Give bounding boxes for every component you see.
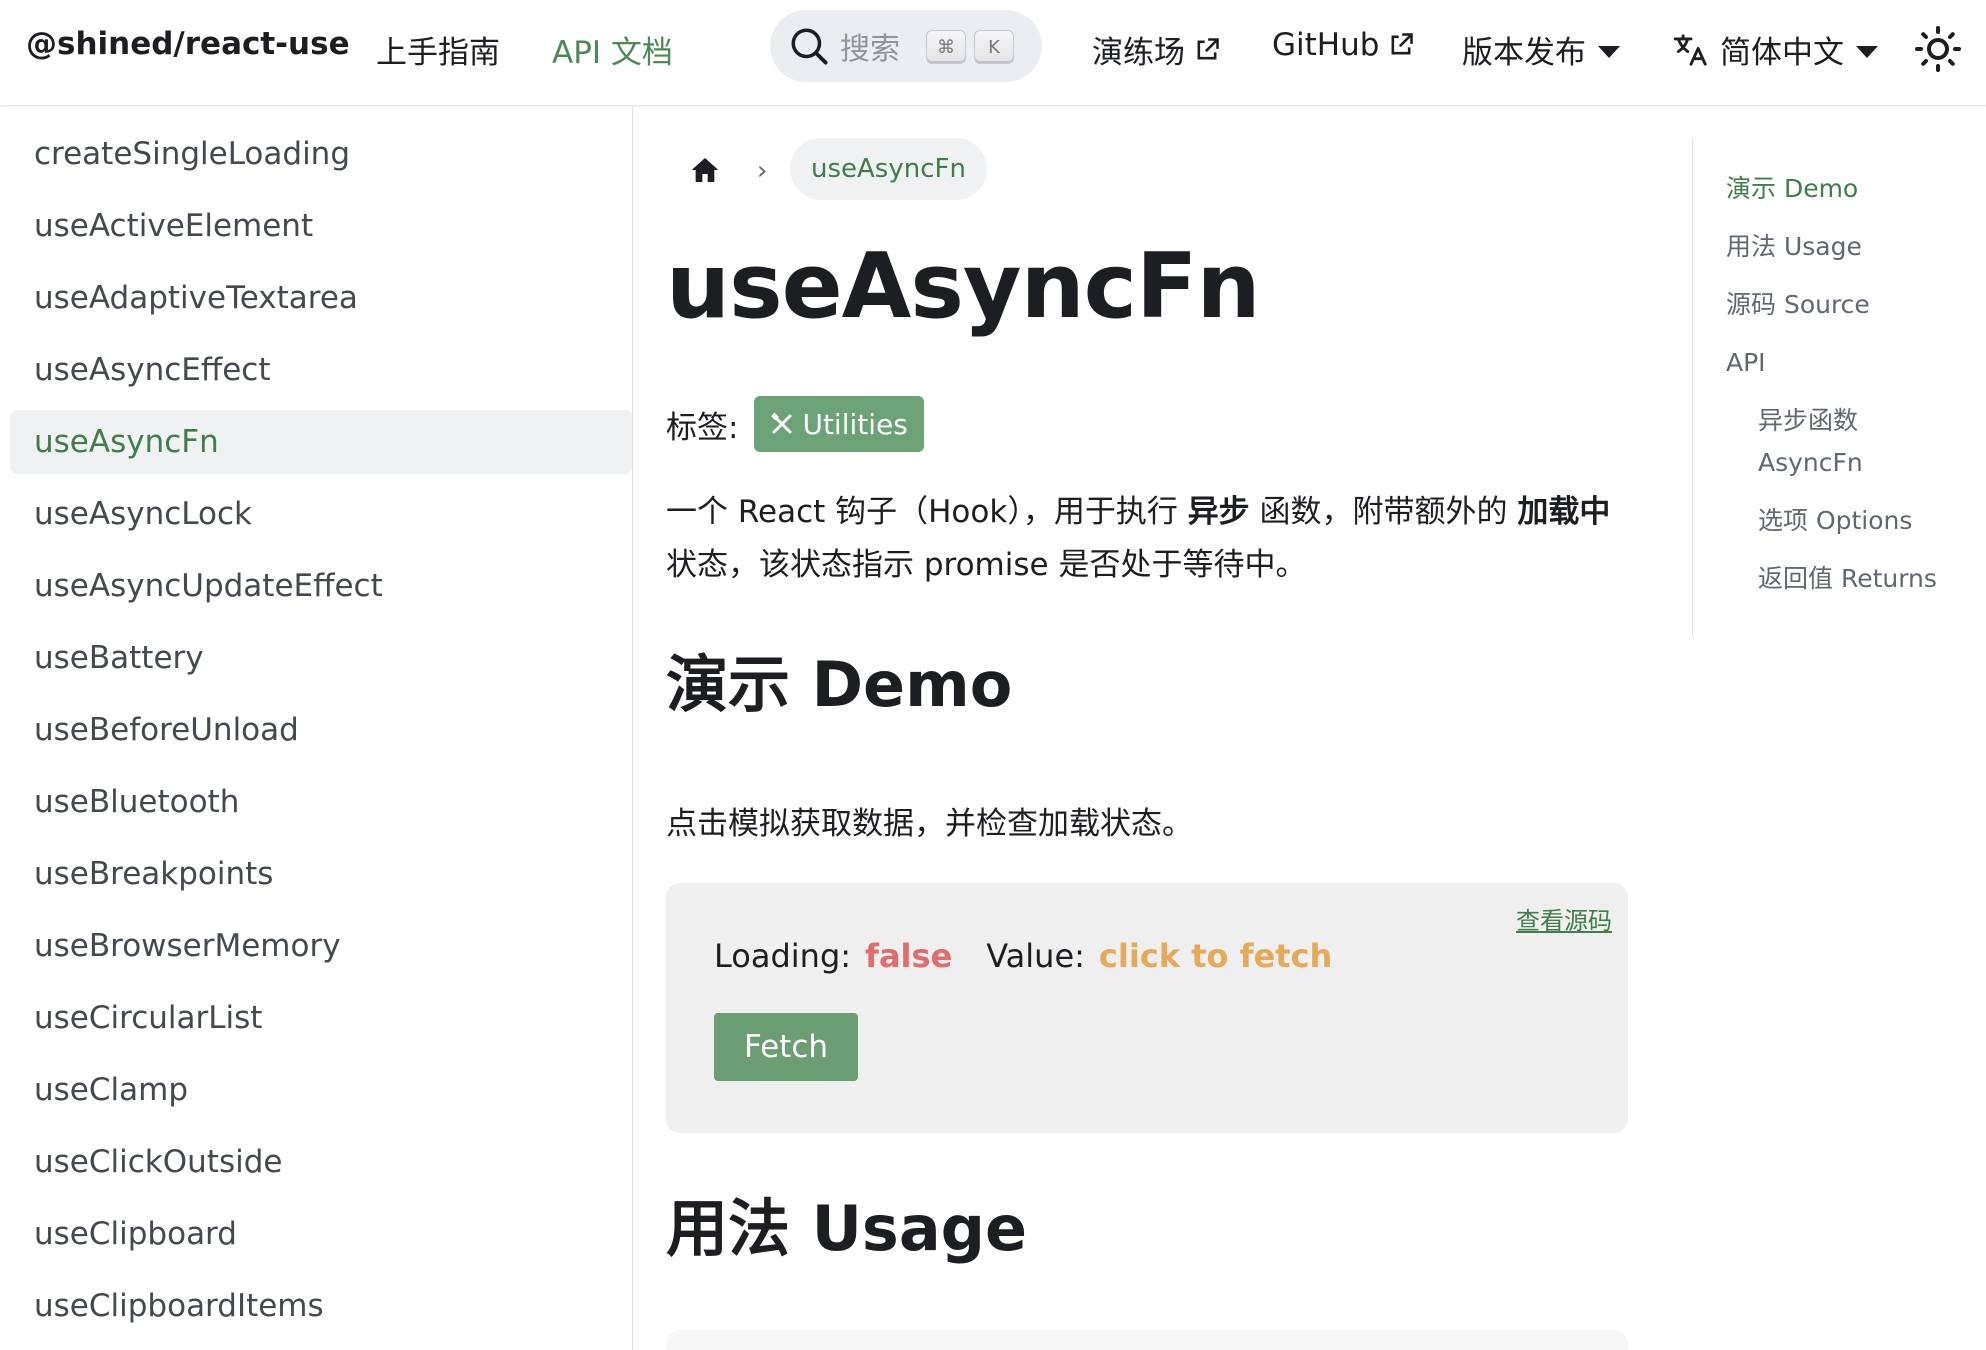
- tags-row: 标签: Utilities: [666, 396, 924, 452]
- breadcrumb-chevron-icon: ›: [757, 156, 768, 186]
- sidebar-item-useActiveElement[interactable]: useActiveElement: [10, 194, 632, 258]
- search-button[interactable]: 搜索 ⌘ K: [770, 10, 1042, 82]
- heading-usage: 用法 Usage: [666, 1192, 1028, 1265]
- value-label: Value:: [986, 937, 1085, 975]
- nav-guide[interactable]: 上手指南: [376, 27, 500, 72]
- sidebar-item-useAsyncEffect[interactable]: useAsyncEffect: [10, 338, 632, 402]
- language-dropdown[interactable]: 简体中文: [1672, 27, 1878, 72]
- demo-status-line: Loading: false Value: click to fetch: [714, 937, 1332, 975]
- sidebar-item-useBattery[interactable]: useBattery: [10, 626, 632, 690]
- sidebar-item-createSingleLoading[interactable]: createSingleLoading: [10, 122, 632, 186]
- kbd-command: ⌘: [926, 30, 966, 64]
- nav-playground[interactable]: 演练场: [1092, 27, 1221, 72]
- code-block: [666, 1330, 1628, 1350]
- sidebar-item-useCircularList[interactable]: useCircularList: [10, 986, 632, 1050]
- main-content: › useAsyncFn useAsyncFn 标签: Utilities 一个…: [633, 106, 1693, 1350]
- sidebar-item-useBluetooth[interactable]: useBluetooth: [10, 770, 632, 834]
- top-navbar: @shined/react-use 上手指南 API 文档 搜索 ⌘ K 演练场…: [0, 0, 1986, 106]
- sidebar-item-useBeforeUnload[interactable]: useBeforeUnload: [10, 698, 632, 762]
- value-value: click to fetch: [1098, 937, 1333, 975]
- nav-github[interactable]: GitHub: [1272, 27, 1415, 63]
- demo-box: 查看源码 Loading: false Value: click to fetc…: [666, 883, 1628, 1133]
- caret-down-icon: [1598, 45, 1620, 58]
- loading-label: Loading:: [714, 937, 852, 975]
- sidebar-item-useClamp[interactable]: useClamp: [10, 1058, 632, 1122]
- home-icon: [691, 158, 719, 182]
- table-of-contents: 演示 Demo 用法 Usage 源码 Source API 异步函数 Asyn…: [1692, 138, 1986, 636]
- theme-toggle-button[interactable]: [1914, 25, 1962, 77]
- tag-label: Utilities: [802, 407, 908, 441]
- sidebar-item-useClickOutside[interactable]: useClickOutside: [10, 1130, 632, 1194]
- nav-releases-label: 版本发布: [1462, 35, 1586, 71]
- tags-label: 标签:: [666, 409, 739, 446]
- sidebar-item-useAdaptiveTextarea[interactable]: useAdaptiveTextarea: [10, 266, 632, 330]
- view-source-link[interactable]: 查看源码: [1516, 901, 1612, 936]
- sidebar-item-useAsyncLock[interactable]: useAsyncLock: [10, 482, 632, 546]
- sidebar-item-useBrowserMemory[interactable]: useBrowserMemory: [10, 914, 632, 978]
- sidebar-item-useBreakpoints[interactable]: useBreakpoints: [10, 842, 632, 906]
- toc-item-async-fn[interactable]: AsyncFn: [1758, 442, 1863, 484]
- toc-item-api[interactable]: API: [1726, 342, 1766, 384]
- sidebar-item-useAsyncFn[interactable]: useAsyncFn: [10, 410, 632, 474]
- nav-releases-dropdown[interactable]: 版本发布: [1462, 27, 1620, 72]
- fetch-button[interactable]: Fetch: [714, 1013, 858, 1081]
- caret-down-icon: [1856, 45, 1878, 58]
- description: 一个 React 钩子（Hook），用于执行 异步 函数，附带额外的 加载中 状…: [666, 494, 1611, 583]
- sidebar: createSingleLoading useActiveElement use…: [0, 106, 633, 1350]
- nav-api-docs[interactable]: API 文档: [552, 27, 673, 72]
- sidebar-item-useClipboardItems[interactable]: useClipboardItems: [10, 1274, 632, 1338]
- search-icon: [791, 28, 828, 65]
- external-link-icon: [1197, 37, 1219, 59]
- sidebar-item-useAsyncUpdateEffect[interactable]: useAsyncUpdateEffect: [10, 554, 632, 618]
- toc-item-options[interactable]: 选项 Options: [1758, 500, 1912, 542]
- kbd-k: K: [974, 30, 1014, 64]
- breadcrumb-home[interactable]: [688, 154, 722, 190]
- toc-item-async-fn-cn[interactable]: 异步函数: [1758, 400, 1858, 442]
- translate-icon: [1673, 33, 1707, 66]
- tag-utilities[interactable]: Utilities: [754, 396, 924, 452]
- nav-playground-label: 演练场: [1092, 35, 1185, 71]
- site-brand[interactable]: @shined/react-use: [26, 26, 350, 62]
- toc-item-returns[interactable]: 返回值 Returns: [1758, 558, 1937, 600]
- loading-value: false: [865, 937, 953, 975]
- sidebar-item-useClipboard[interactable]: useClipboard: [10, 1202, 632, 1266]
- tools-icon: [771, 412, 792, 434]
- sun-icon: [1915, 26, 1961, 72]
- external-link-icon: [1391, 33, 1414, 55]
- search-placeholder: 搜索: [840, 32, 900, 67]
- nav-github-label: GitHub: [1272, 27, 1380, 63]
- heading-demo: 演示 Demo: [666, 648, 1013, 721]
- demo-text: 点击模拟获取数据，并检查加载状态。: [666, 806, 1193, 842]
- toc-item-usage[interactable]: 用法 Usage: [1726, 226, 1862, 268]
- toc-item-demo[interactable]: 演示 Demo: [1726, 168, 1858, 210]
- language-label: 简体中文: [1720, 35, 1844, 71]
- page-title: useAsyncFn: [666, 234, 1261, 339]
- breadcrumb-current: useAsyncFn: [790, 138, 987, 200]
- toc-item-source[interactable]: 源码 Source: [1726, 284, 1870, 326]
